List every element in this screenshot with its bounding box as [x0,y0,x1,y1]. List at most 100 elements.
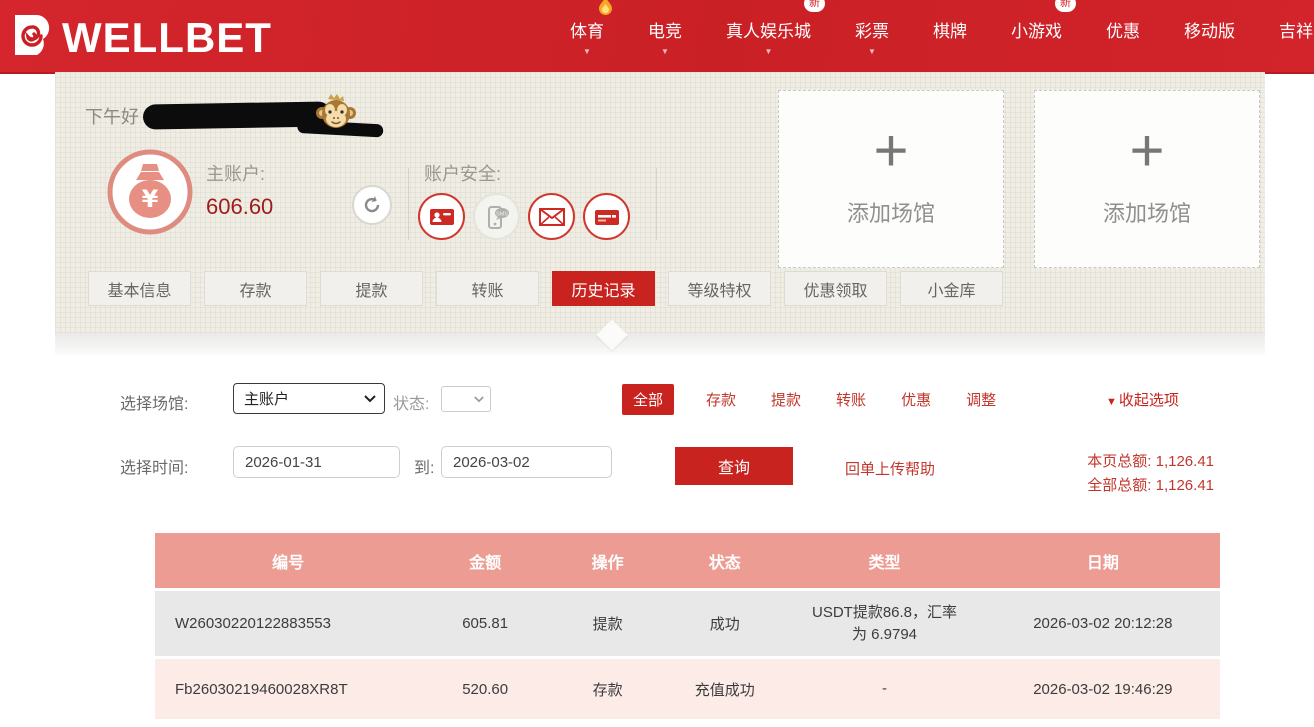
flame-icon [599,0,612,20]
chip-deposit[interactable]: 存款 [706,389,736,410]
cell-date: 2026-03-02 19:46:29 [986,659,1220,719]
nav-item-promotions[interactable]: 优惠 [1106,17,1140,56]
tab-basic-info[interactable]: 基本信息 [88,271,191,306]
money-bag-icon: ¥ [106,148,194,241]
cell-type: - [783,659,985,719]
table-header-row: 编号 金额 操作 状态 类型 日期 [155,533,1220,588]
new-badge: 新 [804,0,825,12]
cell-date: 2026-03-02 20:12:28 [986,591,1220,656]
chip-withdraw[interactable]: 提款 [771,389,801,410]
mail-icon[interactable] [528,193,575,240]
status-select[interactable] [441,386,491,412]
time-filter-label: 选择时间: [120,454,188,478]
nav-label: 真人娱乐城 [726,17,811,42]
date-to-input[interactable]: 2026-03-02 [441,446,612,478]
tab-claim-promo[interactable]: 优惠领取 [784,271,887,306]
chevron-down-icon [474,396,484,403]
col-header-date: 日期 [986,533,1220,588]
nav-item-esports[interactable]: 电竞 ▼ [648,17,682,56]
tab-withdraw[interactable]: 提款 [320,271,423,306]
nav-item-mini-games[interactable]: 新 小游戏 [1011,17,1062,56]
account-tabs: 基本信息 存款 提款 转账 历史记录 等级特权 优惠领取 小金库 [88,271,1003,306]
new-badge: 新 [1055,0,1076,12]
svg-text:SMS: SMS [496,211,508,217]
nav-item-mobile[interactable]: 移动版 [1184,17,1235,56]
to-label: 到: [414,454,434,478]
panel-edge [55,333,1265,355]
nav-label: 电竞 [648,17,682,42]
account-security-label: 账户安全: [424,160,501,186]
sms-phone-icon[interactable]: SMS [473,193,520,240]
venue-select[interactable]: 主账户 [233,383,385,414]
tab-transfer[interactable]: 转账 [436,271,539,306]
triangle-down-icon: ▼ [1106,396,1117,408]
logo-text: WELLBET [62,14,272,62]
chip-promo[interactable]: 优惠 [901,389,931,410]
nav-label: 彩票 [855,17,889,42]
main-nav: 体育 ▼ 电竞 ▼ 新 真人娱乐城 ▼ 彩票 ▼ 棋牌 新 小游戏 [570,0,1314,72]
table-row: Fb26030219460028XR8T 520.60 存款 充值成功 - 20… [155,659,1220,719]
chevron-down-icon: ▼ [661,48,669,56]
nav-item-board-games[interactable]: 棋牌 [933,17,967,56]
chip-transfer[interactable]: 转账 [836,389,866,410]
nav-label: 优惠 [1106,17,1140,42]
nav-label: 移动版 [1184,17,1235,42]
cell-status: 充值成功 [666,659,783,719]
nav-label: 体育 [570,17,604,42]
monkey-avatar [315,93,357,138]
plus-icon: + [873,130,908,172]
date-from-input[interactable]: 2026-01-31 [233,446,400,478]
nav-label: 小游戏 [1011,17,1062,42]
redacted-username [143,101,331,129]
page-total: 本页总额: 1,126.41 [1087,450,1214,474]
add-venue-box-1[interactable]: + 添加场馆 [778,90,1004,268]
col-header-action: 操作 [549,533,666,588]
nav-item-sports[interactable]: 体育 ▼ [570,17,604,56]
cell-amount: 605.81 [421,591,549,656]
refresh-balance-button[interactable] [352,185,392,225]
tab-history[interactable]: 历史记录 [552,271,655,306]
nav-item-jixiang[interactable]: 吉祥的 [1279,17,1314,56]
collapse-options-label: 收起选项 [1119,392,1179,409]
main-account-balance: 606.60 [206,194,273,220]
tab-vault[interactable]: 小金库 [900,271,1003,306]
page: WELLBET 体育 ▼ 电竞 ▼ 新 真人娱乐城 ▼ 彩票 ▼ [0,0,1314,727]
greeting-text: 下午好 [85,103,139,129]
chip-adjust[interactable]: 调整 [966,389,996,410]
cell-id: W26030220122883553 [155,591,421,656]
add-venue-label: 添加场馆 [1103,196,1191,228]
nav-item-lottery[interactable]: 彩票 ▼ [855,17,889,56]
nav-label: 棋牌 [933,17,967,42]
nav-item-live-casino[interactable]: 新 真人娱乐城 ▼ [726,17,811,56]
receipt-upload-help-link[interactable]: 回单上传帮助 [845,458,935,479]
chevron-down-icon [364,395,376,403]
history-table: 编号 金额 操作 状态 类型 日期 W26030220122883553 605… [155,530,1220,722]
venue-select-value: 主账户 [244,388,289,409]
id-card-icon[interactable] [418,193,465,240]
venue-filter-label: 选择场馆: [120,390,188,414]
tab-vip-privileges[interactable]: 等级特权 [668,271,771,306]
chevron-down-icon: ▼ [868,48,876,56]
main-account-label: 主账户: [206,160,265,186]
collapse-options-link[interactable]: ▼收起选项 [1106,389,1179,410]
col-header-type: 类型 [783,533,985,588]
add-venue-label: 添加场馆 [847,196,935,228]
search-button[interactable]: 查询 [675,447,793,485]
tab-deposit[interactable]: 存款 [204,271,307,306]
site-logo[interactable]: WELLBET [8,9,272,66]
greeting-row: 下午好 [85,93,357,138]
top-nav-bar: WELLBET 体育 ▼ 电竞 ▼ 新 真人娱乐城 ▼ 彩票 ▼ [0,0,1314,74]
chevron-down-icon: ▼ [765,48,773,56]
cell-status: 成功 [666,591,783,656]
col-header-amount: 金额 [421,533,549,588]
add-venue-box-2[interactable]: + 添加场馆 [1034,90,1260,268]
security-icons-row: SMS [418,193,630,240]
all-total: 全部总额: 1,126.41 [1087,474,1214,498]
divider [656,168,657,240]
logo-spiral-icon [8,9,60,66]
cell-action: 存款 [549,659,666,719]
col-header-id: 编号 [155,533,421,588]
chip-all[interactable]: 全部 [622,384,674,415]
nav-label: 吉祥的 [1279,17,1314,42]
bank-card-icon[interactable] [583,193,630,240]
